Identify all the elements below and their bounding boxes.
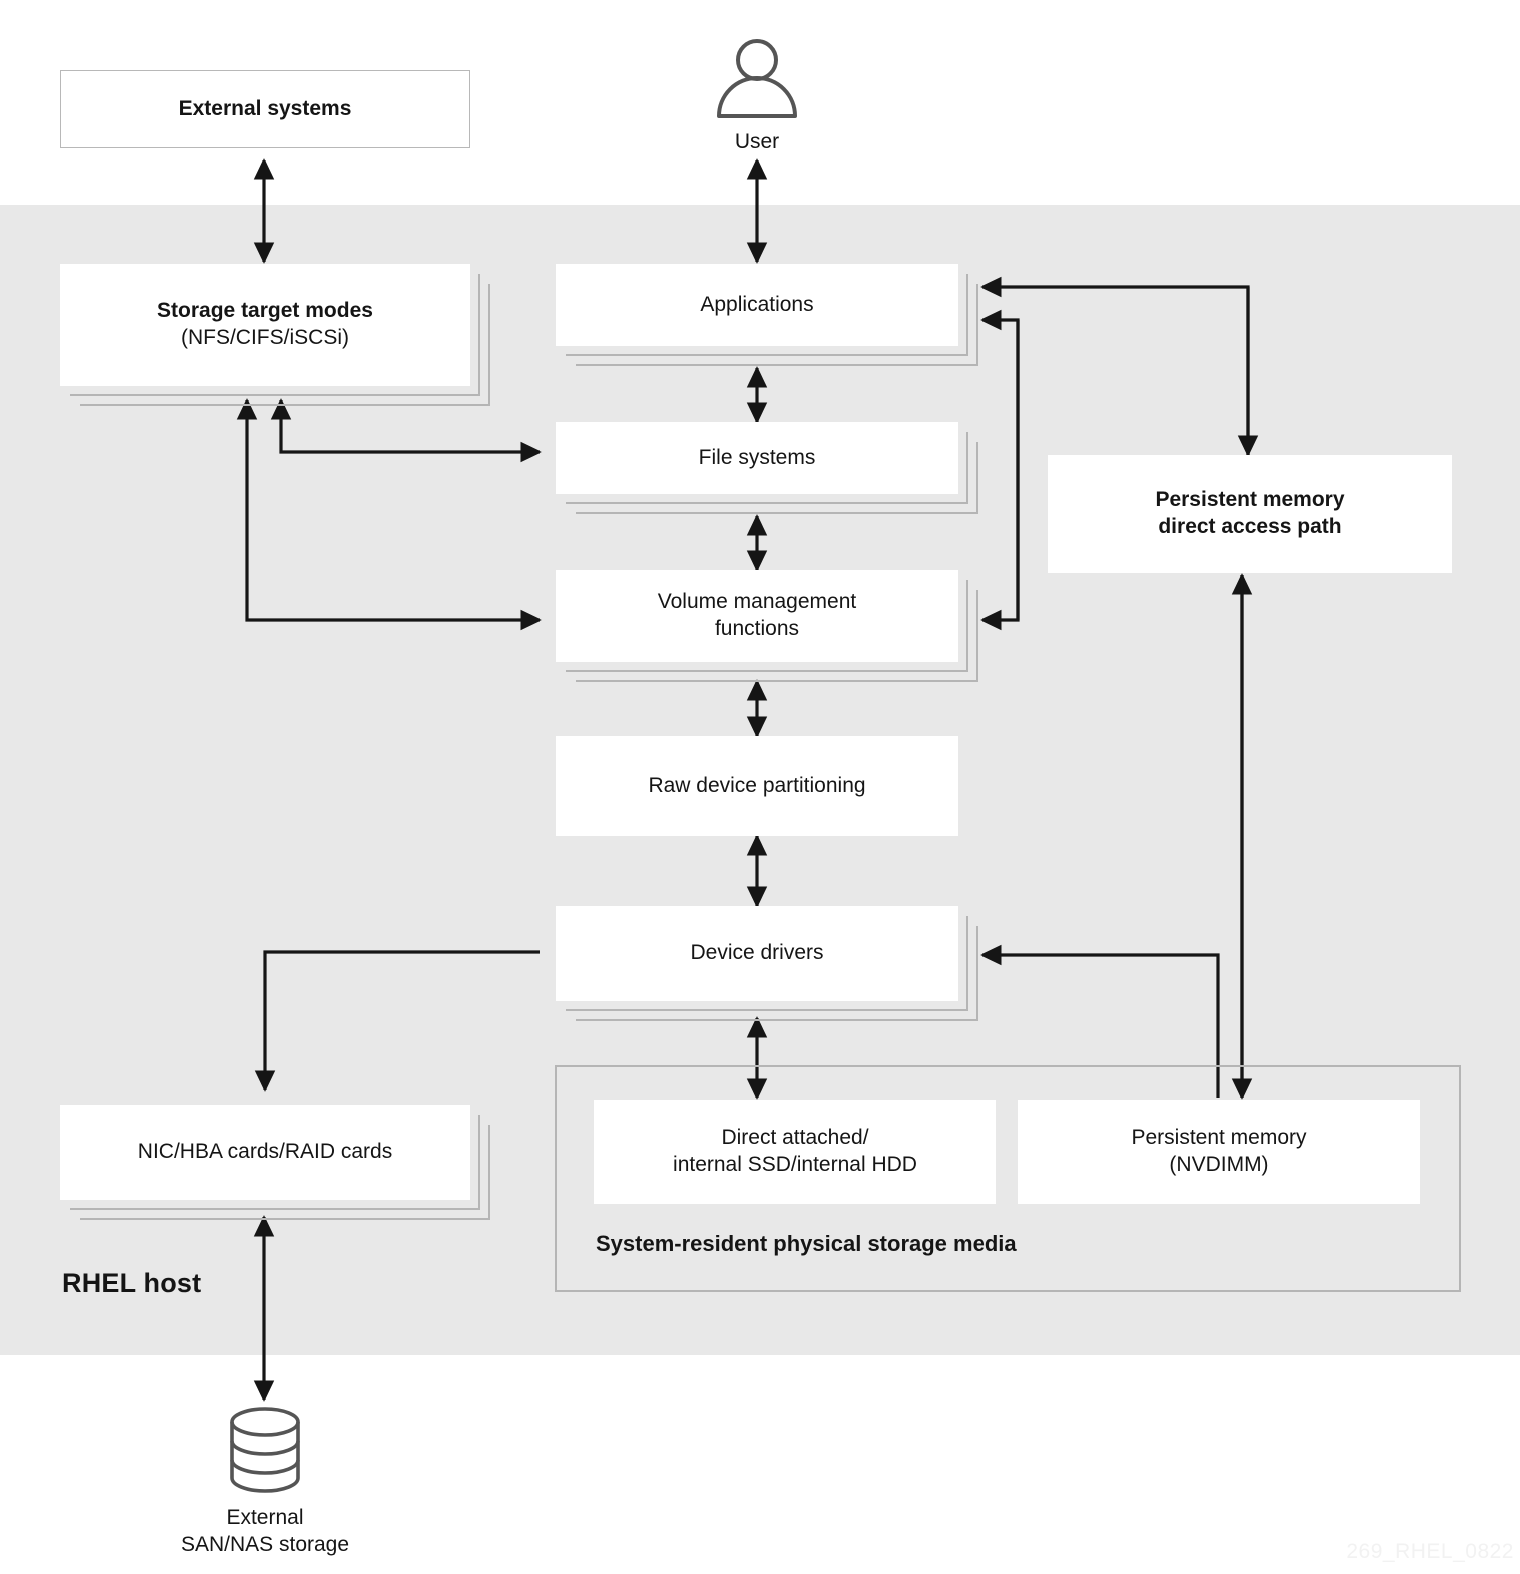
database-cylinder-icon [219,1404,311,1496]
node-volume-management-line2: functions [714,617,800,640]
node-persistent-memory-nvdimm-subtitle: (NVDIMM) [1169,1153,1269,1176]
user-label: User [734,130,780,153]
node-nic-hba-raid-cards-label: NIC/HBA cards/RAID cards [137,1140,393,1164]
node-device-drivers-label: Device drivers [690,941,824,965]
node-external-systems[interactable]: External systems [60,70,470,148]
node-volume-management-line1: Volume management [657,590,857,614]
rhel-host-label: RHEL host [62,1268,202,1298]
node-persistent-memory-nvdimm-title: Persistent memory [1131,1126,1307,1150]
node-storage-target-modes-subtitle: (NFS/CIFS/iSCSi) [180,326,349,349]
node-nic-hba-raid-cards[interactable]: NIC/HBA cards/RAID cards [60,1105,490,1220]
external-san-nas-storage-label: External SAN/NAS storage [145,1504,385,1559]
node-raw-device-partitioning[interactable]: Raw device partitioning [556,736,958,836]
node-file-systems-label: File systems [698,445,816,469]
node-applications-label: Applications [700,292,814,316]
external-san-nas-line2: SAN/NAS storage [180,1533,350,1557]
external-san-nas-line1: External [226,1506,304,1529]
node-applications[interactable]: Applications [556,264,978,366]
node-persistent-memory-nvdimm[interactable]: Persistent memory (NVDIMM) [1018,1100,1420,1204]
user-person-icon [707,38,807,118]
node-file-systems[interactable]: File systems [556,422,978,514]
node-direct-attached-line2: internal SSD/internal HDD [673,1153,917,1176]
node-pm-path-line2: direct access path [1158,515,1342,538]
diagram-canvas: RHEL host External systems User Storage … [0,0,1520,1574]
node-volume-management-functions[interactable]: Volume management functions [556,570,978,682]
node-storage-target-modes-title: Storage target modes [157,299,373,323]
node-device-drivers[interactable]: Device drivers [556,906,978,1021]
node-storage-target-modes[interactable]: Storage target modes (NFS/CIFS/iSCSi) [60,264,490,406]
group-system-resident-media-label: System-resident physical storage media [596,1231,1017,1256]
watermark-label: 269_RHEL_0822 [1346,1540,1514,1563]
node-pm-path-line1: Persistent memory [1155,488,1345,512]
node-external-systems-label: External systems [178,96,352,120]
node-persistent-memory-direct-access-path[interactable]: Persistent memory direct access path [1048,455,1452,573]
node-direct-attached-line1: Direct attached/ [721,1126,869,1150]
node-raw-device-partitioning-label: Raw device partitioning [648,773,866,797]
node-direct-attached-storage[interactable]: Direct attached/ internal SSD/internal H… [594,1100,996,1204]
